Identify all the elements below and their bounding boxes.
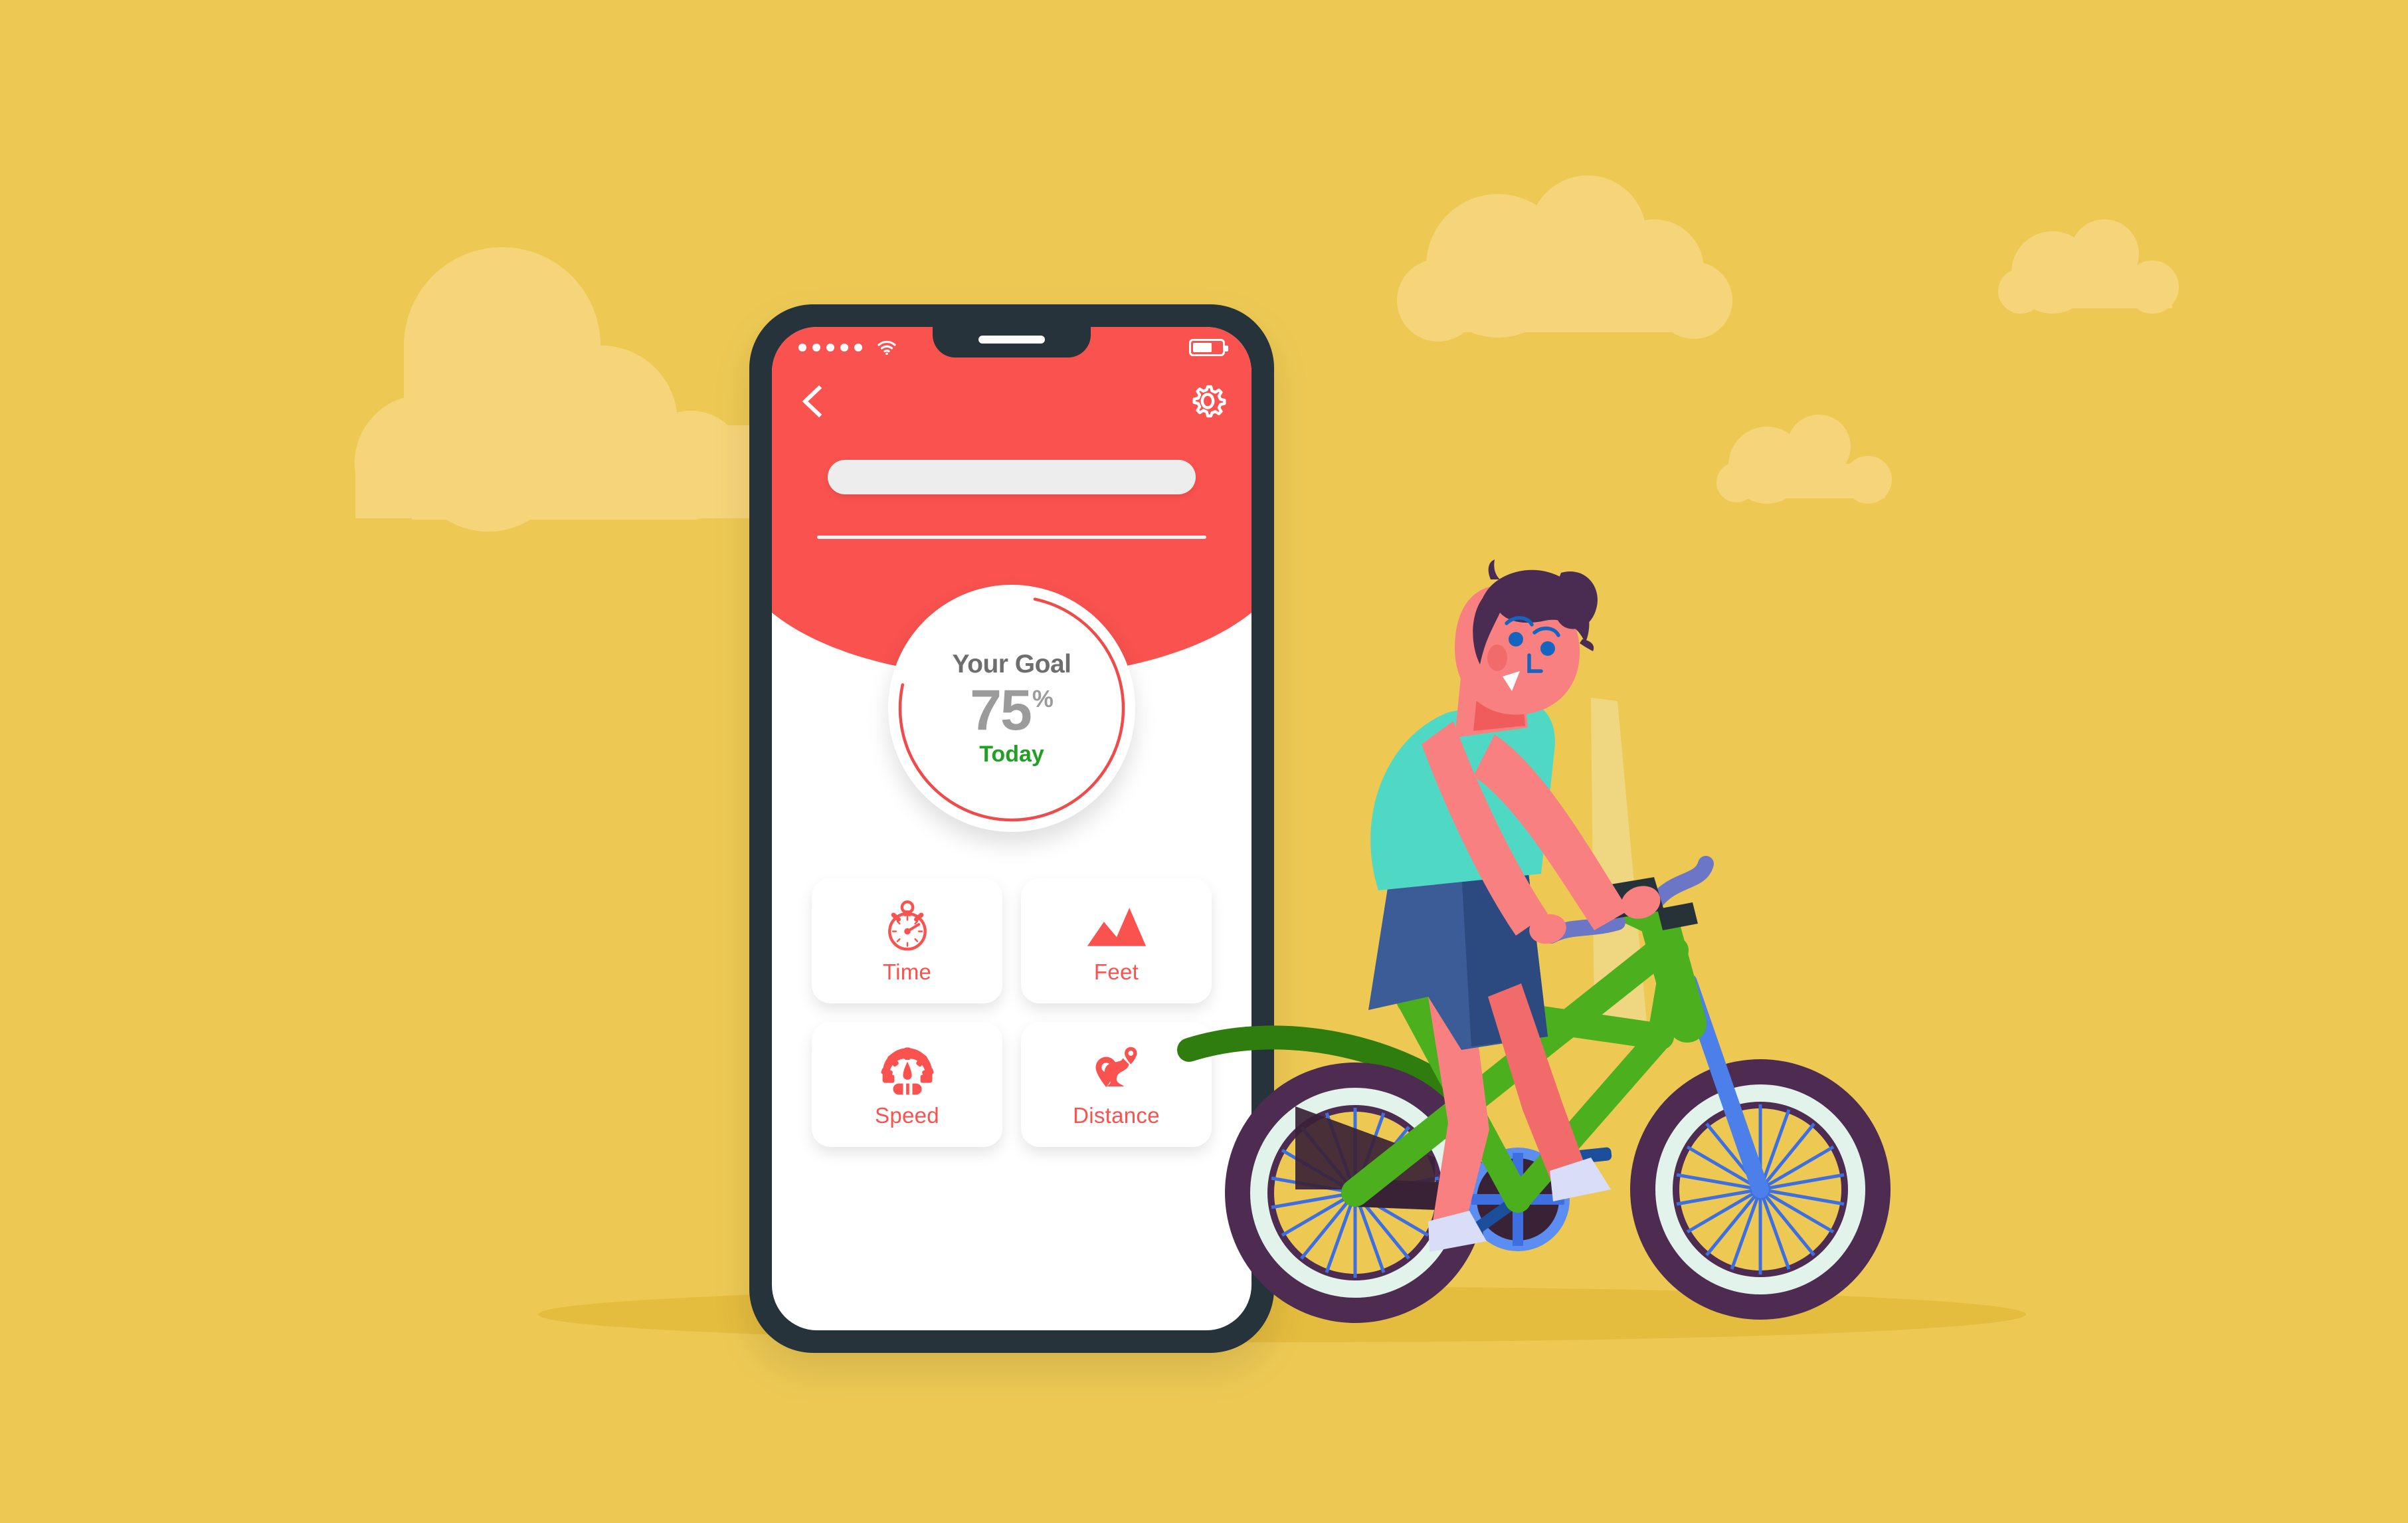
app-nav-bar: [772, 375, 1251, 428]
rider-back-shoe: [1428, 1211, 1487, 1252]
stat-card-distance[interactable]: Distance: [1021, 1022, 1212, 1147]
rider-hair: [1473, 569, 1590, 664]
illustration-stage: Your Goal 75 % Today Time Feet Speed Dis…: [0, 0, 2408, 1523]
stat-card-time[interactable]: Time: [812, 878, 1002, 1003]
handlebar: [1543, 856, 1714, 944]
rider-shorts: [1368, 867, 1548, 1050]
goal-text-block: Your Goal 75 % Today: [888, 585, 1135, 832]
wifi-icon: [877, 340, 897, 355]
phone-screen: Your Goal 75 % Today Time Feet Speed Dis…: [772, 327, 1251, 1330]
goal-label: Your Goal: [952, 649, 1071, 678]
rider-far-arm: [1422, 721, 1548, 936]
rider-face: [1505, 616, 1560, 673]
stat-card-grid: Time Feet Speed Distance: [812, 878, 1212, 1147]
rider-back-leg: [1428, 990, 1489, 1239]
bike-drivetrain: [1341, 1147, 1612, 1251]
goal-unit: %: [1032, 684, 1054, 712]
rider-smile: [1503, 671, 1520, 691]
speedometer-icon: [879, 1041, 936, 1099]
rider-eye-right: [1540, 641, 1555, 656]
goal-value-row: 75 %: [970, 682, 1054, 739]
rider-hair-bun: [1552, 571, 1598, 629]
mountains-icon: [1086, 897, 1147, 956]
bike-frame: [1341, 900, 1707, 1213]
phone-speaker: [978, 336, 1045, 344]
gear-icon[interactable]: [1189, 383, 1226, 420]
rider-neck: [1455, 664, 1528, 738]
signal-strength-icon: [798, 344, 862, 352]
battery-icon: [1189, 339, 1228, 356]
rider-front-shoe: [1550, 1158, 1611, 1201]
header-divider: [817, 536, 1206, 539]
front-wheel: [1630, 1059, 1891, 1320]
goal-value: 75: [970, 678, 1032, 742]
rider-near-hand: [1621, 886, 1661, 919]
rider-eye-left: [1509, 632, 1523, 647]
stat-card-label: Distance: [1073, 1103, 1160, 1128]
stopwatch-icon: [880, 897, 935, 956]
handlebar-pads: [1594, 877, 1698, 930]
search-input[interactable]: [828, 460, 1196, 494]
rider-near-arm: [1473, 734, 1629, 930]
back-button[interactable]: [797, 383, 828, 420]
rider: [1368, 559, 1661, 1252]
goal-progress-widget[interactable]: Your Goal 75 % Today: [888, 585, 1135, 832]
rider-shirt: [1370, 698, 1555, 890]
phone-device: Your Goal 75 % Today Time Feet Speed Dis…: [749, 304, 1274, 1353]
rider-far-hand: [1529, 914, 1566, 944]
stat-card-label: Feet: [1093, 960, 1139, 984]
rider-shorts-shade: [1461, 867, 1548, 1047]
rider-hair-tip: [1580, 639, 1594, 651]
rider-ear: [1487, 645, 1507, 671]
bike-fork: [1680, 973, 1769, 1198]
stat-card-feet[interactable]: Feet: [1021, 878, 1212, 1003]
goal-period: Today: [979, 741, 1044, 767]
rider-head: [1455, 585, 1580, 715]
rider-hair-wisp: [1488, 559, 1500, 579]
light-beam: [1591, 698, 1647, 1030]
stat-card-label: Time: [882, 960, 932, 984]
stat-card-label: Speed: [875, 1103, 939, 1128]
bike-seat: [1378, 965, 1442, 987]
rider-front-leg: [1488, 983, 1589, 1189]
stat-card-speed[interactable]: Speed: [812, 1022, 1002, 1147]
rider-neck-shade: [1473, 686, 1525, 731]
route-pin-icon: [1090, 1041, 1143, 1099]
